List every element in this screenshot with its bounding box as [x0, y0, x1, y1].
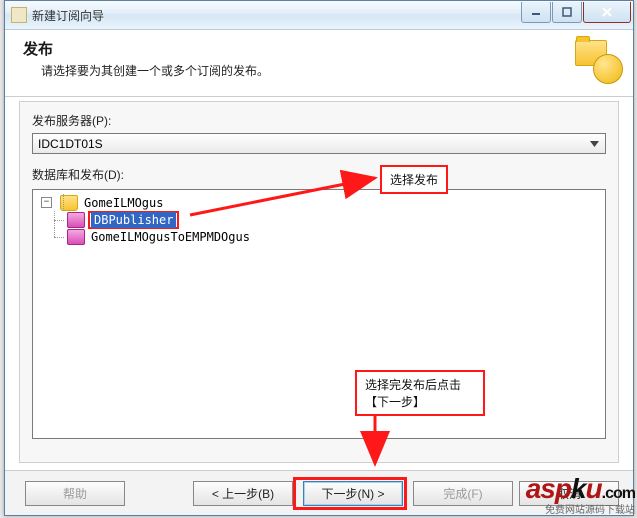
annotation-highlight-next: 下一步(N) > — [293, 477, 407, 510]
publication-icon — [67, 212, 85, 228]
back-button[interactable]: < 上一步(B) — [193, 481, 293, 506]
expander-minus-icon[interactable]: − — [41, 197, 52, 208]
minimize-button[interactable] — [521, 2, 551, 23]
database-name: GomeILMOgus — [81, 195, 166, 211]
chevron-down-icon — [586, 136, 603, 151]
publisher-server-dropdown[interactable]: IDC1DT01S — [32, 133, 606, 154]
publication-icon — [67, 229, 85, 245]
publications-tree[interactable]: − GomeILMOgus DBPublisher GomeILMOgusToE… — [32, 189, 606, 439]
help-button[interactable]: 帮助 — [25, 481, 125, 506]
publisher-server-value: IDC1DT01S — [38, 137, 103, 151]
finish-button: 完成(F) — [413, 481, 513, 506]
annotation-callout-select-publication: 选择发布 — [380, 165, 448, 194]
wizard-header: 发布 请选择要为其创建一个或多个订阅的发布。 — [5, 30, 633, 97]
tree-node-publication[interactable]: GomeILMOgusToEMPMDOgus — [35, 228, 603, 245]
wizard-window: 新建订阅向导 发布 请选择要为其创建一个或多个订阅的发布。 发布服务器(P): … — [4, 0, 634, 516]
annotation-highlight-selected: DBPublisher — [88, 211, 179, 229]
publication-name-selected: DBPublisher — [91, 212, 176, 228]
window-title: 新建订阅向导 — [32, 7, 520, 24]
maximize-button[interactable] — [552, 2, 582, 23]
cancel-button[interactable]: 取消 — [519, 481, 619, 506]
next-button[interactable]: 下一步(N) > — [303, 481, 403, 506]
page-subtitle: 请选择要为其创建一个或多个订阅的发布。 — [41, 62, 619, 79]
header-graphic-icon — [573, 36, 623, 84]
annotation-callout-click-next: 选择完发布后点击【下一步】 — [355, 370, 485, 416]
titlebar[interactable]: 新建订阅向导 — [5, 1, 633, 30]
wizard-footer: 帮助 < 上一步(B) 下一步(N) > 完成(F) 取消 — [5, 470, 633, 515]
close-button[interactable] — [583, 2, 631, 23]
content-panel: 发布服务器(P): IDC1DT01S 数据库和发布(D): − GomeILM… — [19, 101, 619, 463]
tree-node-database[interactable]: − GomeILMOgus — [35, 194, 603, 211]
publication-name: GomeILMOgusToEMPMDOgus — [88, 229, 253, 245]
page-title: 发布 — [23, 38, 619, 59]
app-icon — [11, 7, 27, 23]
publisher-server-label: 发布服务器(P): — [32, 112, 606, 129]
tree-node-publication-selected[interactable]: DBPublisher — [35, 211, 603, 228]
databases-publications-label: 数据库和发布(D): — [32, 166, 606, 183]
window-controls — [520, 2, 631, 22]
